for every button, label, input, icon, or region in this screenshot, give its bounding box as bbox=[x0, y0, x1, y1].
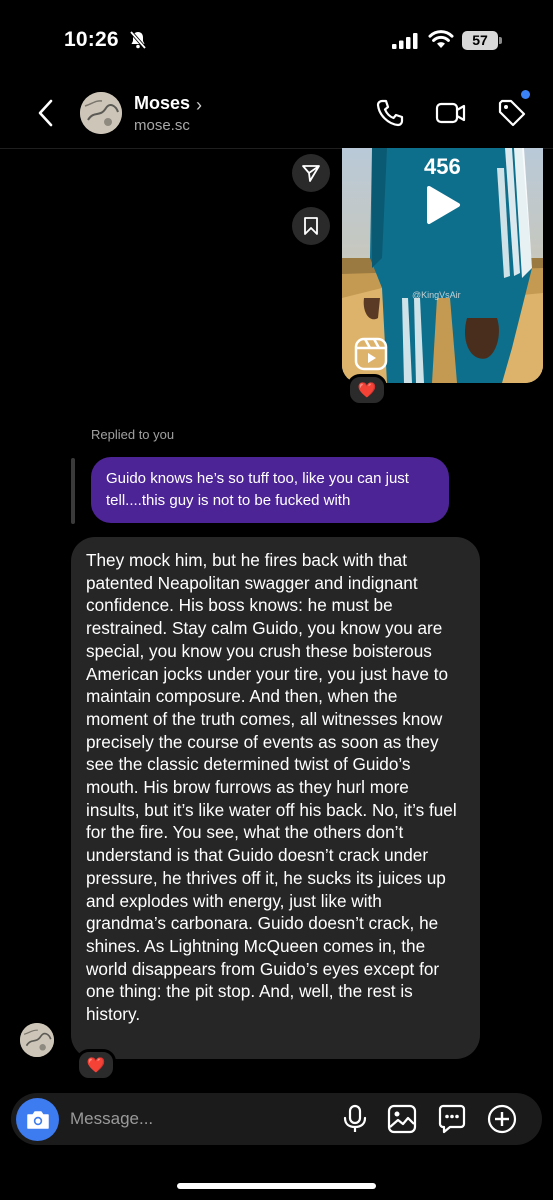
received-message[interactable]: They mock him, but he fires back with th… bbox=[71, 537, 480, 1059]
chevron-right-icon[interactable]: › bbox=[196, 95, 202, 116]
share-send-button[interactable] bbox=[292, 154, 330, 192]
contact-username[interactable]: mose.sc bbox=[134, 117, 190, 134]
wifi-icon bbox=[428, 30, 454, 48]
bookmark-icon bbox=[304, 217, 318, 235]
contact-name[interactable]: Moses bbox=[134, 93, 190, 114]
jersey-number: 456 bbox=[424, 154, 461, 179]
bell-slash-icon bbox=[129, 30, 147, 50]
battery-icon: 57 bbox=[462, 31, 498, 50]
shared-reel[interactable]: 456 @KingVsAir bbox=[342, 148, 543, 383]
reel-watermark: @KingVsAir bbox=[412, 290, 461, 300]
back-chevron-icon[interactable] bbox=[34, 98, 58, 128]
camera-button[interactable] bbox=[16, 1098, 59, 1141]
video-camera-icon[interactable] bbox=[435, 97, 467, 129]
signal-icon bbox=[392, 33, 418, 49]
share-send-icon bbox=[302, 165, 320, 182]
heart-reaction-icon: ❤️ bbox=[357, 382, 377, 399]
reel-reaction[interactable]: ❤️ bbox=[347, 374, 387, 406]
camera-icon bbox=[26, 1110, 49, 1129]
plus-circle-icon[interactable] bbox=[486, 1103, 518, 1135]
home-indicator bbox=[177, 1183, 376, 1189]
quoted-sent-message[interactable]: Guido knows he’s so tuff too, like you c… bbox=[91, 457, 449, 523]
notification-dot bbox=[521, 90, 530, 99]
microphone-icon[interactable] bbox=[339, 1103, 371, 1135]
bookmark-button[interactable] bbox=[292, 207, 330, 245]
message-reaction[interactable]: ❤️ bbox=[76, 1049, 116, 1081]
gallery-icon[interactable] bbox=[386, 1103, 418, 1135]
status-time: 10:26 bbox=[64, 28, 119, 51]
reply-indicator-bar bbox=[71, 458, 75, 524]
phone-icon[interactable] bbox=[374, 97, 406, 129]
reel-thumbnail: 456 @KingVsAir bbox=[342, 148, 543, 383]
battery-cap bbox=[499, 37, 502, 44]
message-input[interactable] bbox=[70, 1107, 310, 1131]
tag-icon[interactable] bbox=[496, 97, 528, 129]
heart-reaction-icon: ❤️ bbox=[86, 1057, 106, 1074]
sticker-icon[interactable] bbox=[436, 1103, 468, 1135]
sender-avatar[interactable] bbox=[20, 1023, 54, 1057]
contact-avatar[interactable] bbox=[80, 92, 122, 134]
replied-label: Replied to you bbox=[91, 427, 175, 442]
